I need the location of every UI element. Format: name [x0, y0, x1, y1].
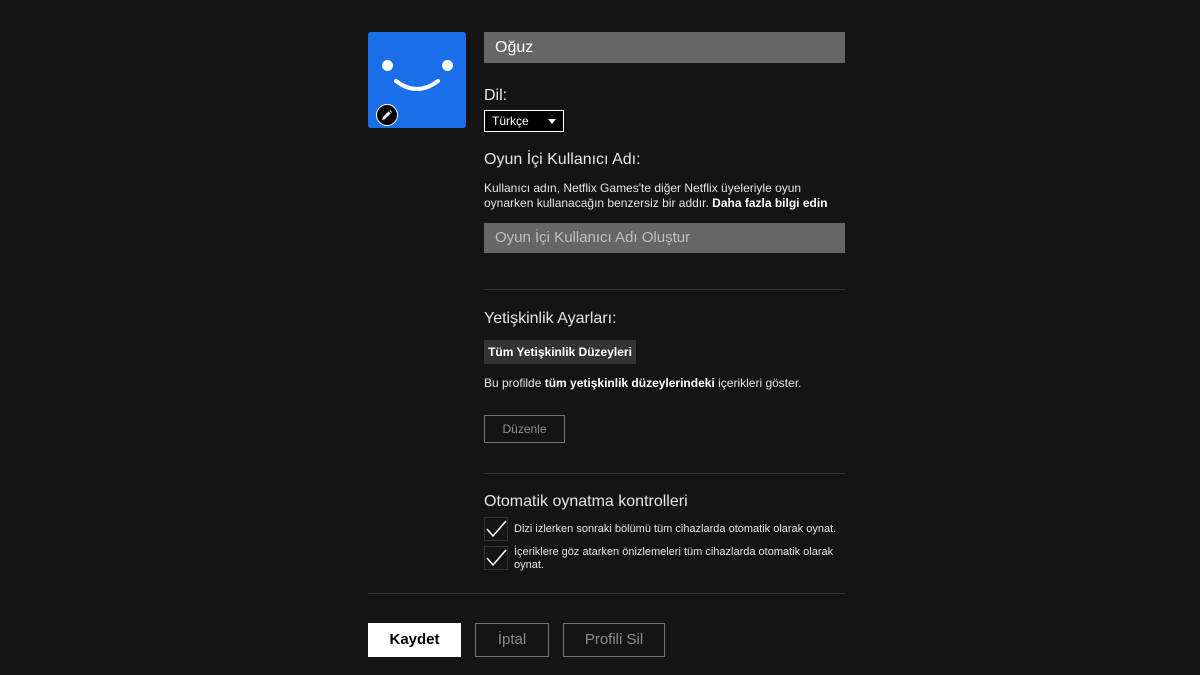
maturity-desc-prefix: Bu profilde	[484, 376, 542, 390]
avatar-right-eye	[442, 60, 453, 71]
maturity-desc-suffix: içerikleri göster.	[718, 376, 802, 390]
pencil-icon[interactable]	[376, 104, 398, 126]
maturity-level-button[interactable]: Tüm Yetişkinlik Düzeyleri	[484, 340, 636, 364]
section-divider	[484, 289, 845, 290]
checkmark-icon	[486, 520, 507, 538]
save-button[interactable]: Kaydet	[368, 623, 461, 657]
autoplay-next-episode-label: Dizi izlerken sonraki bölümü tüm cihazla…	[514, 523, 837, 535]
delete-profile-button[interactable]: Profili Sil	[563, 623, 665, 657]
language-select[interactable]: Türkçe	[484, 110, 564, 132]
gamer-handle-title: Oyun İçi Kullanıcı Adı:	[484, 151, 641, 168]
profile-avatar[interactable]	[368, 32, 466, 128]
cancel-button[interactable]: İptal	[475, 623, 549, 657]
actions-divider	[368, 593, 845, 594]
maturity-description: Bu profilde tüm yetişkinlik düzeylerinde…	[484, 376, 844, 391]
section-divider	[484, 473, 845, 474]
avatar-smile-icon	[394, 79, 440, 91]
autoplay-previews-label: İçeriklere göz atarken önizlemeleri tüm …	[514, 546, 834, 571]
autoplay-title: Otomatik oynatma kontrolleri	[484, 493, 688, 510]
learn-more-link[interactable]: Daha fazla bilgi edin	[712, 196, 827, 210]
gamer-handle-description: Kullanıcı adın, Netflix Games'te diğer N…	[484, 181, 844, 211]
language-label: Dil:	[484, 87, 508, 104]
gamer-handle-input[interactable]: Oyun İçi Kullanıcı Adı Oluştur	[484, 223, 845, 253]
maturity-edit-button[interactable]: Düzenle	[484, 415, 565, 443]
profile-name-input[interactable]: Oğuz	[484, 32, 845, 63]
maturity-title: Yetişkinlik Ayarları:	[484, 310, 617, 327]
avatar-left-eye	[382, 60, 393, 71]
autoplay-previews-checkbox[interactable]	[484, 546, 508, 570]
language-selected-value: Türkçe	[492, 114, 529, 128]
checkmark-icon	[486, 549, 507, 567]
caret-down-icon	[548, 119, 556, 124]
autoplay-next-episode-checkbox[interactable]	[484, 517, 508, 541]
maturity-desc-bold: tüm yetişkinlik düzeylerindeki	[544, 376, 715, 390]
